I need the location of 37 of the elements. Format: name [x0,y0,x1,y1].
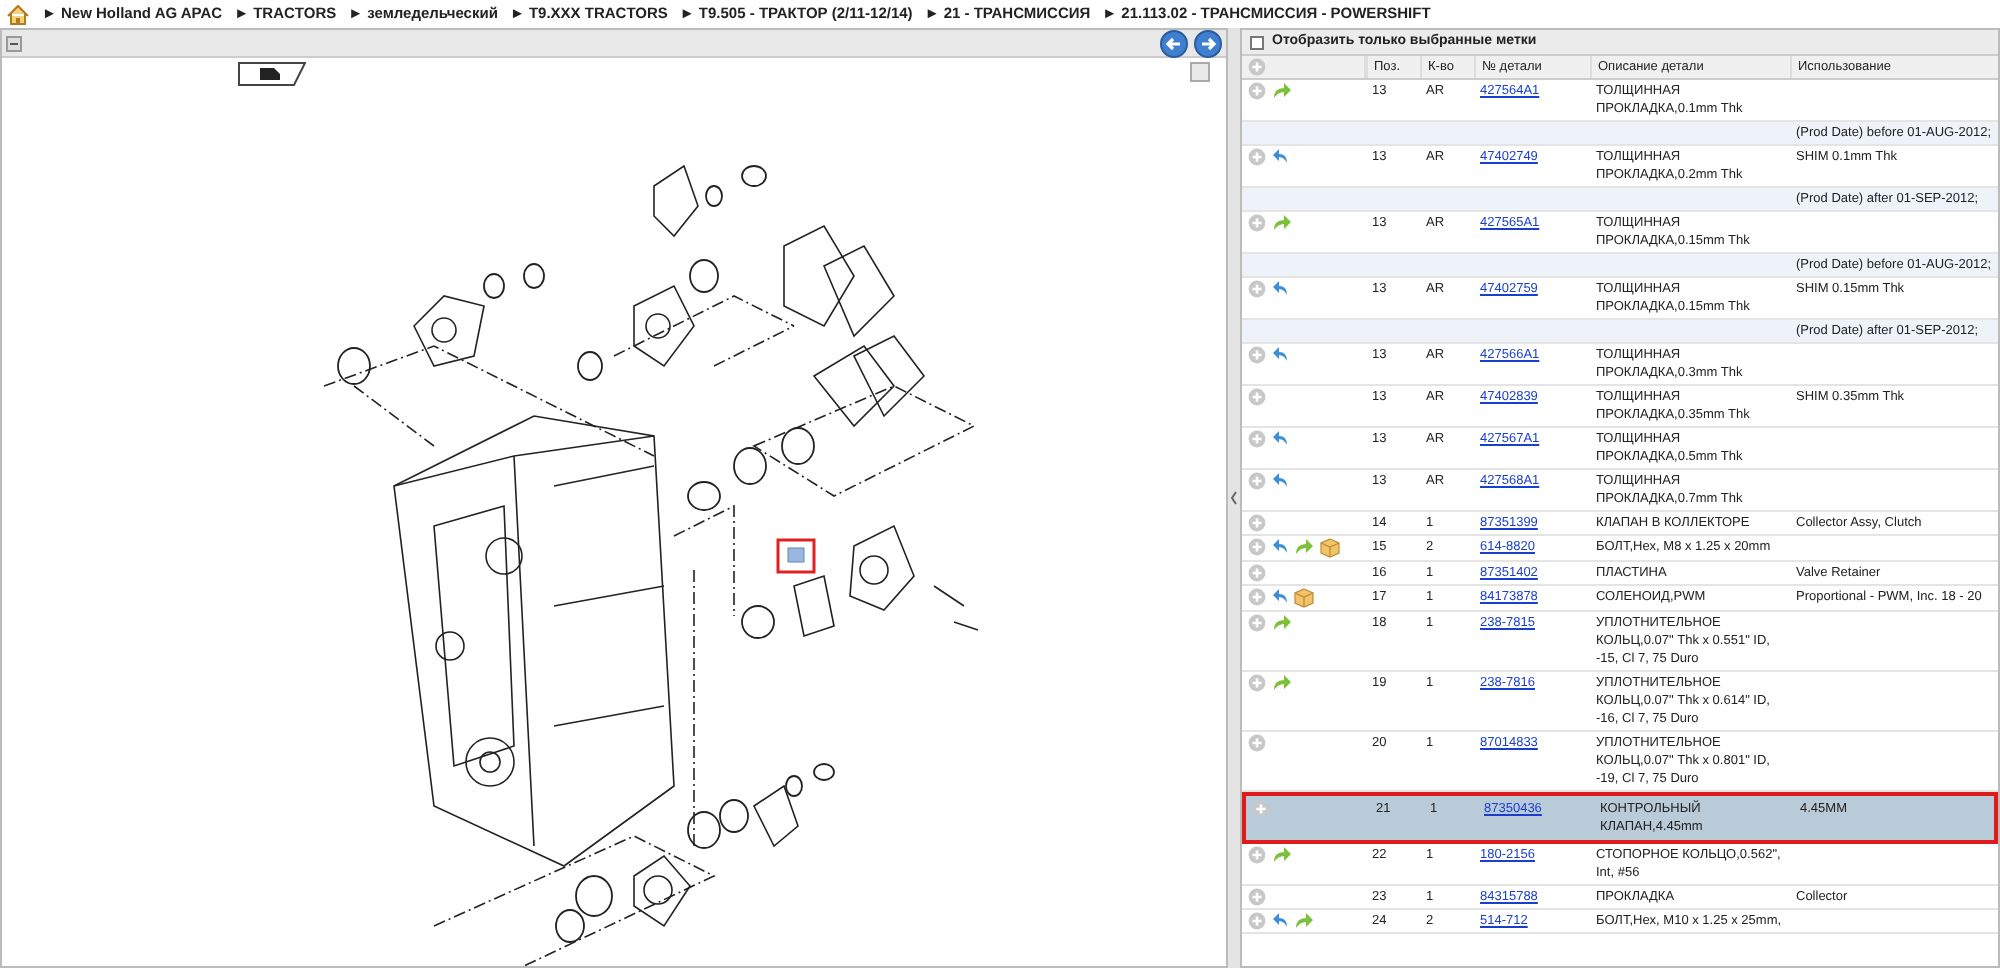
add-icon[interactable] [1248,734,1266,752]
selection-highlight [776,538,816,574]
add-icon[interactable] [1248,58,1266,76]
add-icon[interactable] [1248,538,1266,556]
return-arrow-icon[interactable] [1272,430,1288,446]
return-arrow-icon[interactable] [1272,472,1288,488]
return-arrow-icon[interactable] [1272,912,1288,928]
add-icon[interactable] [1248,912,1266,930]
home-icon[interactable] [6,3,30,25]
add-icon[interactable] [1248,588,1266,606]
add-icon[interactable] [1248,82,1266,100]
tractor-view-icon[interactable] [238,62,306,86]
splitter-handle-icon[interactable] [1230,488,1238,508]
collapse-icon[interactable] [6,35,22,51]
checkbox-icon[interactable] [1190,62,1210,82]
return-arrow-icon[interactable] [1272,588,1288,604]
add-icon[interactable] [1248,674,1266,692]
add-icon[interactable] [1248,614,1266,632]
add-icon[interactable] [1248,514,1266,532]
add-icon[interactable] [1252,800,1270,818]
package-icon[interactable] [1320,538,1340,558]
return-arrow-icon[interactable] [1272,346,1288,362]
add-icon[interactable] [1248,564,1266,582]
part-marker-icon[interactable] [787,547,805,563]
return-arrow-icon[interactable] [1272,280,1288,296]
add-icon[interactable] [1248,846,1266,864]
add-icon[interactable] [1248,148,1266,166]
add-icon[interactable] [1248,472,1266,490]
add-icon[interactable] [1248,280,1266,298]
return-arrow-icon[interactable] [1272,538,1288,554]
add-icon[interactable] [1248,214,1266,232]
add-icon[interactable] [1248,346,1266,364]
add-icon[interactable] [1248,388,1266,406]
add-icon[interactable] [1248,430,1266,448]
return-arrow-icon[interactable] [1272,148,1288,164]
add-icon[interactable] [1248,888,1266,906]
package-icon[interactable] [1294,588,1314,608]
